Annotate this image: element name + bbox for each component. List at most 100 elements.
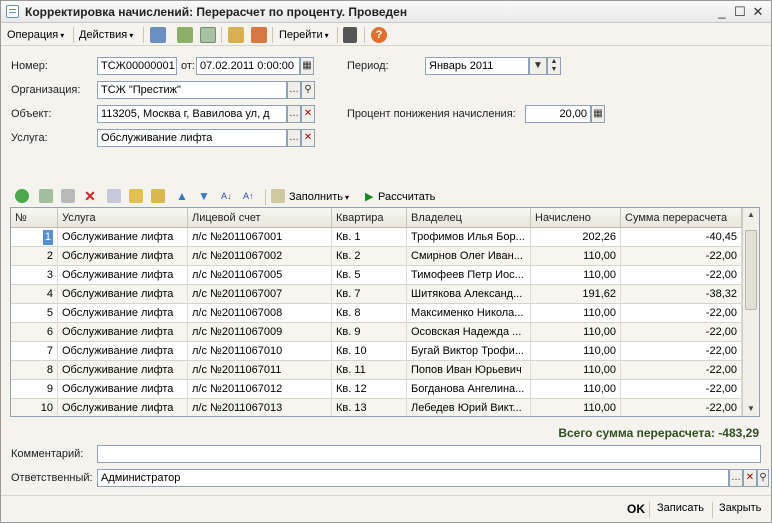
table-row[interactable]: 6 Обслуживание лифта л/с №2011067009 Кв. 9О…: [11, 323, 742, 342]
column-header-number[interactable]: №: [11, 208, 58, 228]
table-row[interactable]: 3 Обслуживание лифта л/с №2011067005 Кв. 5Т…: [11, 266, 742, 285]
service-cell[interactable]: Обслуживание лифта: [58, 342, 188, 361]
row-number[interactable]: 9: [11, 380, 58, 399]
apartment-cell[interactable]: Кв. 2: [332, 247, 407, 266]
owner-cell[interactable]: Шитякова Александ...: [407, 285, 531, 304]
vertical-scrollbar[interactable]: ▲ ▼: [742, 208, 759, 416]
row-number[interactable]: 6: [11, 323, 58, 342]
maximize-button[interactable]: ☐: [732, 4, 748, 20]
table-row[interactable]: 5 Обслуживание лифта л/с №2011067008 Кв. 8М…: [11, 304, 742, 323]
accrued-cell[interactable]: 110,00: [531, 304, 621, 323]
column-header-owner[interactable]: Владелец: [407, 208, 531, 228]
owner-cell[interactable]: Попов Иван Юрьевич: [407, 361, 531, 380]
period-field[interactable]: Январь 2011: [425, 57, 529, 75]
edit-row-icon[interactable]: [61, 189, 75, 203]
sort-ascending-icon[interactable]: A↓: [221, 189, 235, 203]
post-icon[interactable]: [228, 27, 244, 43]
accrued-cell[interactable]: 191,62: [531, 285, 621, 304]
help-icon[interactable]: ?: [371, 27, 387, 43]
select-icon[interactable]: …: [287, 129, 301, 147]
recalc-sum-cell[interactable]: -40,45: [621, 228, 742, 247]
row-number[interactable]: 8: [11, 361, 58, 380]
column-header-apartment[interactable]: Квартира: [332, 208, 407, 228]
account-cell[interactable]: л/с №2011067007: [188, 285, 332, 304]
close-button[interactable]: Закрыть: [719, 502, 761, 514]
row-number[interactable]: 3: [11, 266, 58, 285]
apartment-cell[interactable]: Кв. 5: [332, 266, 407, 285]
service-cell[interactable]: Обслуживание лифта: [58, 380, 188, 399]
responsible-field[interactable]: Администратор: [97, 469, 729, 487]
structure-icon[interactable]: [343, 27, 357, 43]
table-row[interactable]: 9 Обслуживание лифта л/с №2011067012 Кв. 12…: [11, 380, 742, 399]
apartment-cell[interactable]: Кв. 1: [332, 228, 407, 247]
select-icon[interactable]: …: [287, 81, 301, 99]
owner-cell[interactable]: Тимофеев Петр Иос...: [407, 266, 531, 285]
search-icon[interactable]: ⚲: [757, 469, 769, 487]
column-header-service[interactable]: Услуга: [58, 208, 188, 228]
fill-button[interactable]: Заполнить ▾: [289, 189, 349, 205]
recalc-sum-cell[interactable]: -22,00: [621, 304, 742, 323]
service-cell[interactable]: Обслуживание лифта: [58, 361, 188, 380]
account-cell[interactable]: л/с №2011067010: [188, 342, 332, 361]
close-window-button[interactable]: ✕: [750, 4, 766, 20]
service-cell[interactable]: Обслуживание лифта: [58, 323, 188, 342]
save-button[interactable]: Записать: [657, 502, 704, 514]
row-number[interactable]: 10: [11, 399, 58, 416]
ok-button[interactable]: OK: [627, 502, 645, 516]
post-and-close-icon[interactable]: [150, 27, 166, 43]
number-field[interactable]: ТСЖ00000001: [97, 57, 177, 75]
accrued-cell[interactable]: 110,00: [531, 399, 621, 416]
apartment-cell[interactable]: Кв. 9: [332, 323, 407, 342]
owner-cell[interactable]: Осовская Надежда ...: [407, 323, 531, 342]
accrued-cell[interactable]: 110,00: [531, 342, 621, 361]
minimize-button[interactable]: _: [714, 4, 730, 20]
row-number[interactable]: 4: [11, 285, 58, 304]
delete-row-icon[interactable]: ✕: [83, 189, 97, 203]
clear-icon[interactable]: ✕: [301, 129, 315, 147]
account-cell[interactable]: л/с №2011067013: [188, 399, 332, 416]
account-cell[interactable]: л/с №2011067012: [188, 380, 332, 399]
unpost-icon[interactable]: [251, 27, 267, 43]
accrued-cell[interactable]: 110,00: [531, 247, 621, 266]
accrued-cell[interactable]: 202,26: [531, 228, 621, 247]
table-row[interactable]: 2 Обслуживание лифта л/с №2011067002 Кв. 2С…: [11, 247, 742, 266]
apartment-cell[interactable]: Кв. 13: [332, 399, 407, 416]
move-up-icon[interactable]: ▲: [175, 189, 189, 203]
account-cell[interactable]: л/с №2011067009: [188, 323, 332, 342]
account-cell[interactable]: л/с №2011067011: [188, 361, 332, 380]
account-cell[interactable]: л/с №2011067005: [188, 266, 332, 285]
table-row[interactable]: 1 Обслуживание лифта л/с №2011067001 Кв. 1Т…: [11, 228, 742, 247]
scrollbar-thumb[interactable]: [745, 230, 757, 310]
organization-field[interactable]: ТСЖ "Престиж": [97, 81, 287, 99]
owner-cell[interactable]: Бугай Виктор Трофи...: [407, 342, 531, 361]
account-cell[interactable]: л/с №2011067002: [188, 247, 332, 266]
service-cell[interactable]: Обслуживание лифта: [58, 285, 188, 304]
sort-descending-icon[interactable]: A↑: [243, 189, 257, 203]
owner-cell[interactable]: Трофимов Илья Бор...: [407, 228, 531, 247]
service-cell[interactable]: Обслуживание лифта: [58, 266, 188, 285]
clear-icon[interactable]: ✕: [301, 105, 315, 123]
owner-cell[interactable]: Лебедев Юрий Викт...: [407, 399, 531, 416]
operation-menu[interactable]: Операция ▾: [7, 27, 64, 43]
row-number[interactable]: 7: [11, 342, 58, 361]
owner-cell[interactable]: Смирнов Олег Иван...: [407, 247, 531, 266]
apartment-cell[interactable]: Кв. 8: [332, 304, 407, 323]
row-number[interactable]: 2: [11, 247, 58, 266]
service-cell[interactable]: Обслуживание лифта: [58, 228, 188, 247]
actions-menu[interactable]: Действия ▾: [79, 27, 133, 43]
move-down-icon[interactable]: ▼: [197, 189, 211, 203]
row-number[interactable]: 5: [11, 304, 58, 323]
recalc-sum-cell[interactable]: -22,00: [621, 323, 742, 342]
table-row[interactable]: 10 Обслуживание лифта л/с №2011067013 Кв. 1…: [11, 399, 742, 416]
period-stepper[interactable]: ▲ ▼: [547, 57, 561, 75]
row-number[interactable]: 1: [11, 228, 58, 247]
calculator-icon[interactable]: ▦: [591, 105, 605, 123]
comment-field[interactable]: [97, 445, 761, 463]
add-row-icon[interactable]: [15, 189, 29, 203]
refresh-icon[interactable]: [177, 27, 193, 43]
recalc-sum-cell[interactable]: -22,00: [621, 380, 742, 399]
table-row[interactable]: 8 Обслуживание лифта л/с №2011067011 Кв. 11…: [11, 361, 742, 380]
recalc-sum-cell[interactable]: -22,00: [621, 247, 742, 266]
move-rows-icon[interactable]: [129, 189, 143, 203]
column-header-account[interactable]: Лицевой счет: [188, 208, 332, 228]
